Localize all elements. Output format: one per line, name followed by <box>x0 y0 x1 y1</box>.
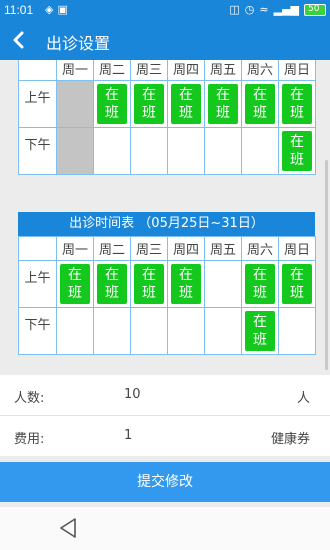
day-header: 周四 <box>167 236 205 261</box>
app-bar: 出诊设置 <box>0 22 330 60</box>
schedule-row: 上午在班在班在班在班在班在班 <box>18 80 316 128</box>
schedule-cell[interactable] <box>130 127 168 175</box>
schedule-cell[interactable]: 在班 <box>278 260 316 308</box>
signal-icon: ▂▄▆ <box>273 3 299 16</box>
on-duty-badge[interactable]: 在班 <box>97 84 127 124</box>
page-title: 出诊设置 <box>46 34 111 53</box>
on-duty-badge[interactable]: 在班 <box>171 264 201 304</box>
on-duty-badge[interactable]: 在班 <box>282 84 312 124</box>
schedule-cell[interactable] <box>130 307 168 355</box>
schedule-cell[interactable] <box>241 127 279 175</box>
schedule-cell[interactable]: 在班 <box>93 260 131 308</box>
day-header: 周一 <box>56 236 94 261</box>
submit-button[interactable]: 提交修改 <box>0 462 330 502</box>
fee-label: 费用: <box>14 432 45 447</box>
schedule-cell[interactable] <box>167 307 205 355</box>
schedule-cell[interactable] <box>204 307 242 355</box>
day-header: 周二 <box>93 236 131 261</box>
day-header: 周六 <box>241 236 279 261</box>
image-icon: ▣ <box>57 3 72 16</box>
chat-icon: ◈ <box>45 3 58 16</box>
day-header: 周日 <box>278 236 316 261</box>
corner-cell <box>18 60 57 81</box>
schedule-cell[interactable]: 在班 <box>130 260 168 308</box>
table-header-row: 周一 周二 周三 周四 周五 周六 周日 <box>18 60 316 81</box>
schedule-scroll-area[interactable]: 周一 周二 周三 周四 周五 周六 周日 上午在班在班在班在班在班在班下午在班 出诊时间表 … <box>0 60 330 373</box>
nav-back-icon[interactable] <box>58 517 78 539</box>
day-header: 周一 <box>56 60 94 81</box>
schedule-row: 下午 在班 <box>18 127 316 175</box>
day-header: 周五 <box>204 60 242 81</box>
fee-input[interactable]: 1 <box>124 428 132 443</box>
day-header: 周四 <box>167 60 205 81</box>
schedule-cell[interactable]: 在班 <box>241 260 279 308</box>
back-arrow-icon[interactable] <box>6 27 32 53</box>
schedule-cell[interactable]: 在班 <box>167 80 205 128</box>
schedule-cell[interactable]: 在班 <box>56 260 94 308</box>
day-header: 周二 <box>93 60 131 81</box>
count-input[interactable]: 10 <box>124 387 141 402</box>
on-duty-badge[interactable]: 在班 <box>245 311 275 351</box>
schedule-cell[interactable] <box>167 127 205 175</box>
day-header: 周六 <box>241 60 279 81</box>
schedule-cell[interactable]: 在班 <box>241 307 279 355</box>
schedule-cell[interactable]: 在班 <box>204 80 242 128</box>
period-label: 上午 <box>18 80 57 128</box>
fee-unit: 健康券 <box>270 432 310 447</box>
on-duty-badge[interactable]: 在班 <box>97 264 127 304</box>
on-duty-badge[interactable]: 在班 <box>245 264 275 304</box>
next-schedule-title: 出诊时间表 （05月25日~31日） <box>18 212 315 236</box>
count-label: 人数: <box>14 391 45 406</box>
status-bar: 11:01 ◈▣ ◫ ◷ ≈ ▂▄▆ 50 <box>0 0 330 22</box>
fee-row[interactable]: 费用: 1 健康券 <box>0 416 330 456</box>
schedule-cell[interactable]: 在班 <box>167 260 205 308</box>
schedule-cell <box>56 127 94 175</box>
scrollbar[interactable] <box>325 160 328 370</box>
schedule-cell <box>56 80 94 128</box>
schedule-cell[interactable]: 在班 <box>278 127 316 175</box>
count-row[interactable]: 人数: 10 人 <box>0 375 330 415</box>
schedule-row: 上午在班在班在班在班在班在班 <box>18 260 316 308</box>
schedule-cell[interactable] <box>204 260 242 308</box>
alarm-icon: ◷ <box>244 3 255 16</box>
on-duty-badge[interactable]: 在班 <box>245 84 275 124</box>
wifi-icon: ≈ <box>259 3 269 16</box>
status-time: 11:01 <box>4 3 34 17</box>
schedule-cell[interactable]: 在班 <box>241 80 279 128</box>
schedule-cell[interactable] <box>93 307 131 355</box>
schedule-cell[interactable] <box>204 127 242 175</box>
day-header: 周三 <box>130 60 168 81</box>
vibrate-icon: ◫ <box>229 3 240 16</box>
schedule-cell[interactable] <box>56 307 94 355</box>
day-header: 周日 <box>278 60 316 81</box>
period-label: 下午 <box>18 307 57 355</box>
period-label: 下午 <box>18 127 57 175</box>
count-unit: 人 <box>296 391 310 406</box>
on-duty-badge[interactable]: 在班 <box>171 84 201 124</box>
corner-cell <box>18 236 57 261</box>
schedule-cell[interactable]: 在班 <box>278 80 316 128</box>
day-header: 周五 <box>204 236 242 261</box>
schedule-cell[interactable]: 在班 <box>130 80 168 128</box>
schedule-cell[interactable] <box>93 127 131 175</box>
period-label: 上午 <box>18 260 57 308</box>
next-schedule-table: 周一 周二 周三 周四 周五 周六 周日 上午在班在班在班在班在班在班下午在班 <box>18 236 316 355</box>
battery-icon: 50 <box>304 3 326 16</box>
on-duty-badge[interactable]: 在班 <box>282 131 312 171</box>
schedule-cell[interactable] <box>278 307 316 355</box>
on-duty-badge[interactable]: 在班 <box>134 84 164 124</box>
on-duty-badge[interactable]: 在班 <box>208 84 238 124</box>
schedule-cell[interactable]: 在班 <box>93 80 131 128</box>
schedule-row: 下午 在班 <box>18 307 316 355</box>
day-header: 周三 <box>130 236 168 261</box>
current-schedule-table: 周一 周二 周三 周四 周五 周六 周日 上午在班在班在班在班在班在班下午在班 <box>18 60 316 175</box>
table-header-row: 周一 周二 周三 周四 周五 周六 周日 <box>18 236 316 261</box>
on-duty-badge[interactable]: 在班 <box>60 264 90 304</box>
on-duty-badge[interactable]: 在班 <box>134 264 164 304</box>
system-nav-bar <box>0 507 330 550</box>
on-duty-badge[interactable]: 在班 <box>282 264 312 304</box>
